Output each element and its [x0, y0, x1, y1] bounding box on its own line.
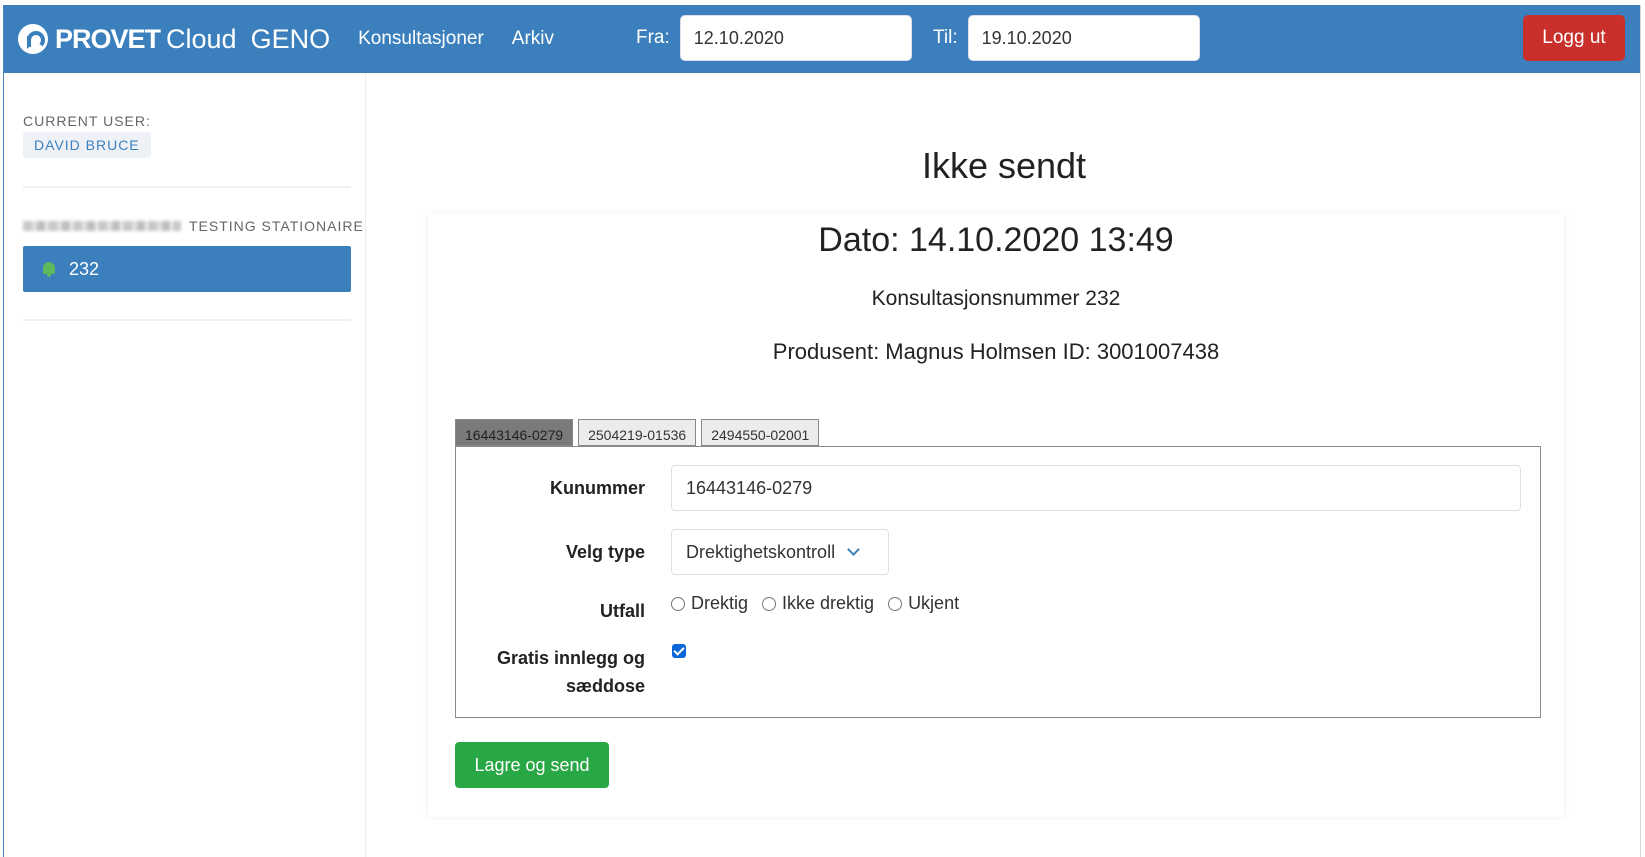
- brand-word: PROVET: [55, 23, 161, 54]
- page-title: Ikke sendt: [921, 145, 1087, 186]
- consultation-number: 232: [69, 258, 100, 279]
- redacted-location-name: [23, 221, 181, 231]
- top-navbar: PROVET Cloud GENO Konsultasjoner Arkiv F…: [4, 5, 1640, 73]
- date-to-input[interactable]: [967, 15, 1200, 61]
- chevron-down-icon: [847, 542, 860, 556]
- provet-logo-icon: [18, 24, 48, 54]
- gratis-label-line1: Gratis innlegg og: [496, 648, 645, 668]
- radio-label: Drektig: [691, 593, 749, 613]
- save-and-send-button[interactable]: Lagre og send: [455, 742, 609, 788]
- gratis-checkbox[interactable]: [672, 644, 686, 658]
- nav-link-konsultasjoner[interactable]: Konsultasjoner: [358, 28, 484, 50]
- date-from-input[interactable]: [679, 15, 912, 61]
- cow-form: Kunummer Velg type Drektighetskontroll U…: [455, 446, 1541, 718]
- cow-tabs: 16443146-0279 2504219-01536 2494550-0200…: [455, 419, 824, 446]
- brand-cloud: Cloud: [166, 23, 237, 54]
- kunummer-label: Kunummer: [549, 478, 645, 498]
- location-suffix: TESTING STATIONAIRE: [189, 218, 364, 234]
- radio-ukjent[interactable]: Ukjent: [888, 593, 959, 614]
- radio-circle[interactable]: [888, 596, 903, 611]
- date-from-label: Fra:: [636, 27, 670, 48]
- gratis-label-line2: sæddose: [565, 676, 645, 696]
- nav-link-arkiv[interactable]: Arkiv: [512, 28, 554, 50]
- location-row: TESTING STATIONAIRE: [23, 218, 364, 234]
- utfall-radio-group: Drektig Ikke drektig Ukjent: [671, 593, 973, 614]
- consultation-number-line: Konsultasjonsnummer 232: [871, 287, 1121, 310]
- sidebar-item-consultation[interactable]: 232: [23, 246, 351, 292]
- current-user-label: CURRENT USER:: [23, 113, 151, 129]
- radio-circle[interactable]: [762, 596, 777, 611]
- radio-label: Ukjent: [908, 593, 960, 613]
- type-select[interactable]: Drektighetskontroll: [671, 529, 889, 575]
- tab-cow-2[interactable]: 2504219-01536: [578, 419, 697, 446]
- current-user-badge: DAVID BRUCE: [23, 132, 151, 158]
- app-frame: PROVET Cloud GENO Konsultasjoner Arkiv F…: [3, 5, 1641, 857]
- tab-cow-1[interactable]: 16443146-0279: [455, 419, 574, 446]
- radio-ikke-drektig[interactable]: Ikke drektig: [762, 593, 874, 614]
- date-from-group: Fra:: [636, 15, 912, 61]
- producer-line: Produsent: Magnus Holmsen ID: 3001007438: [772, 339, 1220, 364]
- consultation-date: Dato: 14.10.2020 13:49: [818, 221, 1174, 259]
- date-to-group: Til:: [933, 15, 1200, 61]
- tab-cow-3[interactable]: 2494550-02001: [701, 419, 820, 446]
- sidebar-divider: [23, 186, 351, 188]
- sidebar: CURRENT USER: DAVID BRUCE TESTING STATIO…: [4, 73, 366, 857]
- bell-icon: [42, 261, 56, 277]
- brand-product: GENO: [250, 23, 331, 54]
- brand[interactable]: PROVET Cloud GENO: [18, 24, 330, 55]
- radio-drektig[interactable]: Drektig: [671, 593, 748, 614]
- radio-label: Ikke drektig: [782, 593, 875, 613]
- kunummer-input[interactable]: [671, 465, 1521, 511]
- radio-circle[interactable]: [671, 596, 685, 611]
- type-label: Velg type: [565, 542, 645, 562]
- consultation-card: Dato: 14.10.2020 13:49 Konsultasjonsnumm…: [428, 213, 1564, 817]
- logout-button[interactable]: Logg ut: [1523, 15, 1625, 61]
- sidebar-divider: [23, 319, 351, 321]
- date-to-label: Til:: [933, 27, 958, 48]
- utfall-label: Utfall: [600, 601, 645, 621]
- type-select-value: Drektighetskontroll: [686, 541, 836, 562]
- gratis-label: Gratis innlegg og sæddose: [497, 644, 645, 700]
